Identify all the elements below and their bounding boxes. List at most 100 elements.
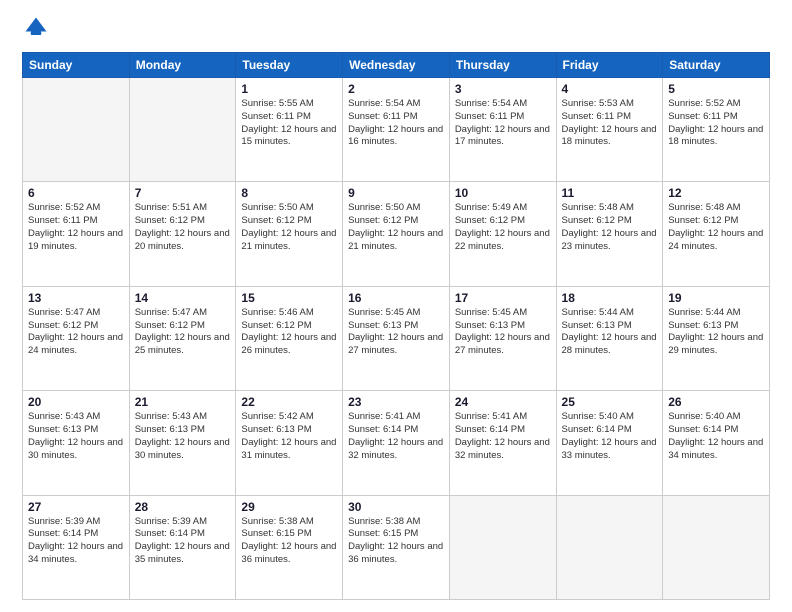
calendar-day-cell: [129, 78, 236, 182]
header: [22, 18, 770, 42]
day-number: 15: [241, 291, 337, 305]
day-number: 1: [241, 82, 337, 96]
calendar-day-cell: 2Sunrise: 5:54 AM Sunset: 6:11 PM Daylig…: [343, 78, 450, 182]
day-number: 27: [28, 500, 124, 514]
calendar-day-cell: 22 Sunrise: 5:42 AM Sunset: 6:13 PM Dayli…: [236, 391, 343, 495]
calendar-day-cell: 24 Sunrise: 5:41 AM Sunset: 6:14 PM Dayli…: [449, 391, 556, 495]
calendar-header-sunday: Sunday: [23, 53, 130, 78]
day-info: Sunrise: 5:54 AM Sunset: 6:11 PM Dayligh…: [455, 98, 551, 149]
day-number: 19: [668, 291, 764, 305]
day-number: 22: [241, 395, 337, 409]
calendar-day-cell: 30Sunrise: 5:38 AM Sunset: 6:15 PM Dayli…: [343, 495, 450, 599]
day-number: 23: [348, 395, 444, 409]
calendar-day-cell: 9Sunrise: 5:50 AM Sunset: 6:12 PM Daylig…: [343, 182, 450, 286]
day-number: 11: [562, 186, 658, 200]
day-number: 18: [562, 291, 658, 305]
calendar-week-row: 1 Sunrise: 5:55 AM Sunset: 6:11 PM Daylig…: [23, 78, 770, 182]
day-info: Sunrise: 5:50 AM Sunset: 6:12 PM Dayligh…: [348, 202, 444, 253]
calendar-header-friday: Friday: [556, 53, 663, 78]
calendar-day-cell: 13 Sunrise: 5:47 AM Sunset: 6:12 PM Dayli…: [23, 286, 130, 390]
calendar-day-cell: 10 Sunrise: 5:49 AM Sunset: 6:12 PM Dayli…: [449, 182, 556, 286]
calendar-day-cell: 28 Sunrise: 5:39 AM Sunset: 6:14 PM Dayli…: [129, 495, 236, 599]
calendar-day-cell: [23, 78, 130, 182]
day-info: Sunrise: 5:55 AM Sunset: 6:11 PM Dayligh…: [241, 98, 337, 149]
calendar-day-cell: 17Sunrise: 5:45 AM Sunset: 6:13 PM Dayli…: [449, 286, 556, 390]
calendar-day-cell: 27 Sunrise: 5:39 AM Sunset: 6:14 PM Dayli…: [23, 495, 130, 599]
calendar-day-cell: 3 Sunrise: 5:54 AM Sunset: 6:11 PM Daylig…: [449, 78, 556, 182]
day-number: 30: [348, 500, 444, 514]
calendar-day-cell: 26Sunrise: 5:40 AM Sunset: 6:14 PM Dayli…: [663, 391, 770, 495]
day-number: 25: [562, 395, 658, 409]
day-number: 4: [562, 82, 658, 96]
day-number: 13: [28, 291, 124, 305]
day-number: 21: [135, 395, 231, 409]
day-info: Sunrise: 5:49 AM Sunset: 6:12 PM Dayligh…: [455, 202, 551, 253]
day-info: Sunrise: 5:51 AM Sunset: 6:12 PM Dayligh…: [135, 202, 231, 253]
day-info: Sunrise: 5:52 AM Sunset: 6:11 PM Dayligh…: [28, 202, 124, 253]
day-number: 28: [135, 500, 231, 514]
day-info: Sunrise: 5:48 AM Sunset: 6:12 PM Dayligh…: [668, 202, 764, 253]
day-number: 26: [668, 395, 764, 409]
day-info: Sunrise: 5:44 AM Sunset: 6:13 PM Dayligh…: [668, 307, 764, 358]
day-info: Sunrise: 5:46 AM Sunset: 6:12 PM Dayligh…: [241, 307, 337, 358]
day-number: 3: [455, 82, 551, 96]
calendar-week-row: 20Sunrise: 5:43 AM Sunset: 6:13 PM Dayli…: [23, 391, 770, 495]
day-info: Sunrise: 5:50 AM Sunset: 6:12 PM Dayligh…: [241, 202, 337, 253]
calendar-day-cell: 6 Sunrise: 5:52 AM Sunset: 6:11 PM Daylig…: [23, 182, 130, 286]
day-info: Sunrise: 5:39 AM Sunset: 6:14 PM Dayligh…: [135, 516, 231, 567]
calendar-day-cell: [556, 495, 663, 599]
calendar-day-cell: 25 Sunrise: 5:40 AM Sunset: 6:14 PM Dayli…: [556, 391, 663, 495]
calendar-header-thursday: Thursday: [449, 53, 556, 78]
logo: [22, 18, 54, 42]
day-number: 8: [241, 186, 337, 200]
calendar-header-saturday: Saturday: [663, 53, 770, 78]
calendar-header-wednesday: Wednesday: [343, 53, 450, 78]
day-info: Sunrise: 5:53 AM Sunset: 6:11 PM Dayligh…: [562, 98, 658, 149]
day-info: Sunrise: 5:38 AM Sunset: 6:15 PM Dayligh…: [241, 516, 337, 567]
calendar-header-row: SundayMondayTuesdayWednesdayThursdayFrid…: [23, 53, 770, 78]
day-info: Sunrise: 5:52 AM Sunset: 6:11 PM Dayligh…: [668, 98, 764, 149]
calendar-day-cell: 8 Sunrise: 5:50 AM Sunset: 6:12 PM Daylig…: [236, 182, 343, 286]
day-number: 12: [668, 186, 764, 200]
calendar-day-cell: 18 Sunrise: 5:44 AM Sunset: 6:13 PM Dayli…: [556, 286, 663, 390]
day-info: Sunrise: 5:48 AM Sunset: 6:12 PM Dayligh…: [562, 202, 658, 253]
day-number: 7: [135, 186, 231, 200]
logo-icon: [22, 14, 50, 42]
day-info: Sunrise: 5:44 AM Sunset: 6:13 PM Dayligh…: [562, 307, 658, 358]
day-info: Sunrise: 5:47 AM Sunset: 6:12 PM Dayligh…: [28, 307, 124, 358]
day-number: 6: [28, 186, 124, 200]
day-number: 24: [455, 395, 551, 409]
day-info: Sunrise: 5:43 AM Sunset: 6:13 PM Dayligh…: [28, 411, 124, 462]
day-info: Sunrise: 5:39 AM Sunset: 6:14 PM Dayligh…: [28, 516, 124, 567]
calendar-day-cell: 19 Sunrise: 5:44 AM Sunset: 6:13 PM Dayli…: [663, 286, 770, 390]
day-number: 5: [668, 82, 764, 96]
calendar-day-cell: 7 Sunrise: 5:51 AM Sunset: 6:12 PM Daylig…: [129, 182, 236, 286]
calendar-day-cell: 14Sunrise: 5:47 AM Sunset: 6:12 PM Dayli…: [129, 286, 236, 390]
day-info: Sunrise: 5:42 AM Sunset: 6:13 PM Dayligh…: [241, 411, 337, 462]
calendar-day-cell: 29 Sunrise: 5:38 AM Sunset: 6:15 PM Dayli…: [236, 495, 343, 599]
calendar-day-cell: 11 Sunrise: 5:48 AM Sunset: 6:12 PM Dayli…: [556, 182, 663, 286]
calendar-day-cell: 4 Sunrise: 5:53 AM Sunset: 6:11 PM Daylig…: [556, 78, 663, 182]
page: SundayMondayTuesdayWednesdayThursdayFrid…: [0, 0, 792, 612]
day-number: 16: [348, 291, 444, 305]
calendar-day-cell: 20Sunrise: 5:43 AM Sunset: 6:13 PM Dayli…: [23, 391, 130, 495]
day-number: 14: [135, 291, 231, 305]
calendar-header-monday: Monday: [129, 53, 236, 78]
calendar-day-cell: 16 Sunrise: 5:45 AM Sunset: 6:13 PM Dayli…: [343, 286, 450, 390]
day-number: 29: [241, 500, 337, 514]
calendar-week-row: 13 Sunrise: 5:47 AM Sunset: 6:12 PM Dayli…: [23, 286, 770, 390]
calendar-table: SundayMondayTuesdayWednesdayThursdayFrid…: [22, 52, 770, 600]
day-info: Sunrise: 5:41 AM Sunset: 6:14 PM Dayligh…: [455, 411, 551, 462]
day-info: Sunrise: 5:43 AM Sunset: 6:13 PM Dayligh…: [135, 411, 231, 462]
day-info: Sunrise: 5:45 AM Sunset: 6:13 PM Dayligh…: [348, 307, 444, 358]
day-info: Sunrise: 5:45 AM Sunset: 6:13 PM Dayligh…: [455, 307, 551, 358]
calendar-week-row: 27 Sunrise: 5:39 AM Sunset: 6:14 PM Dayli…: [23, 495, 770, 599]
calendar-week-row: 6 Sunrise: 5:52 AM Sunset: 6:11 PM Daylig…: [23, 182, 770, 286]
day-number: 10: [455, 186, 551, 200]
calendar-day-cell: 12 Sunrise: 5:48 AM Sunset: 6:12 PM Dayli…: [663, 182, 770, 286]
calendar-day-cell: 21 Sunrise: 5:43 AM Sunset: 6:13 PM Dayli…: [129, 391, 236, 495]
day-info: Sunrise: 5:40 AM Sunset: 6:14 PM Dayligh…: [562, 411, 658, 462]
day-info: Sunrise: 5:41 AM Sunset: 6:14 PM Dayligh…: [348, 411, 444, 462]
calendar-day-cell: 23 Sunrise: 5:41 AM Sunset: 6:14 PM Dayli…: [343, 391, 450, 495]
day-number: 2: [348, 82, 444, 96]
